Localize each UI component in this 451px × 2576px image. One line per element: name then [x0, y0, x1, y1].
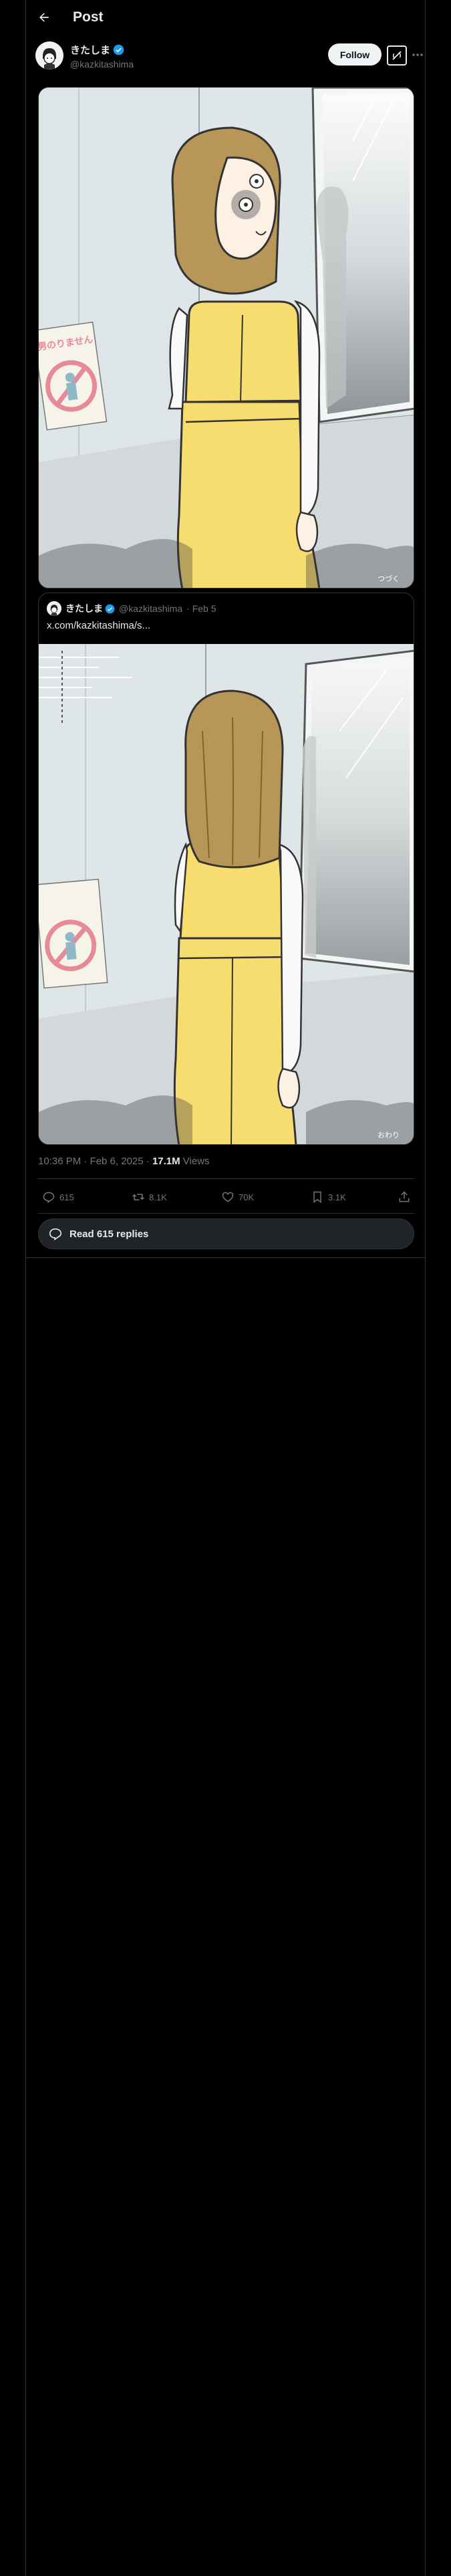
back-button[interactable] — [35, 9, 53, 26]
divider — [38, 1213, 414, 1214]
more-dots-icon — [412, 53, 423, 56]
verified-badge-icon — [113, 44, 124, 56]
author-name[interactable]: きたしま — [70, 43, 124, 57]
bookmark-icon — [313, 1191, 321, 1203]
quoted-display-name: きたしま — [65, 603, 103, 614]
chat-bubble-icon — [49, 1228, 62, 1241]
like-count: 70K — [239, 1192, 255, 1202]
quoted-date: · Feb 5 — [186, 603, 216, 614]
quoted-post-image[interactable]: おわり — [39, 644, 414, 1144]
post-meta: 10:36 PM · Feb 6, 2025 · 17.1M Views — [38, 1156, 210, 1167]
bookmark-count: 3.1K — [328, 1192, 346, 1202]
share-button[interactable] — [398, 1190, 411, 1204]
repost-icon — [132, 1194, 144, 1200]
post-timestamp[interactable]: 10:36 PM · Feb 6, 2025 · — [38, 1156, 152, 1167]
top-bar: Post — [26, 0, 426, 35]
share-icon — [399, 1191, 410, 1202]
follow-button[interactable]: Follow — [328, 43, 382, 66]
reply-icon — [43, 1192, 55, 1203]
image-caption-mark: つづく — [378, 574, 400, 583]
quoted-image-caption-mark: おわり — [378, 1131, 400, 1140]
action-bar: 615 8.1K 70K 3.1K — [38, 1185, 414, 1212]
author-display-name[interactable]: きたしま — [70, 43, 110, 57]
divider — [26, 1257, 426, 1258]
post-header: きたしま @kazkitashima Follow — [35, 41, 423, 72]
read-replies-label: Read 615 replies — [69, 1228, 149, 1240]
author-handle[interactable]: @kazkitashima — [70, 59, 134, 70]
quoted-handle: @kazkitashima — [119, 603, 183, 614]
main-column: Post きたしま @kazkitashima Follow 男のりません つづ… — [25, 0, 426, 2576]
quoted-author-name: きたしま — [65, 602, 115, 615]
divider — [38, 1178, 414, 1179]
verified-badge-icon — [105, 604, 115, 613]
quoted-post-header: きたしま @kazkitashima · Feb 5 — [47, 601, 216, 616]
repost-count: 8.1K — [149, 1192, 167, 1202]
quoted-post-text[interactable]: x.com/kazkitashima/s... — [47, 620, 150, 631]
read-replies-button[interactable]: Read 615 replies — [38, 1218, 414, 1249]
page-title: Post — [73, 9, 104, 25]
reply-count: 615 — [59, 1192, 74, 1202]
quoted-avatar — [47, 601, 61, 616]
heart-icon — [222, 1192, 234, 1202]
views-count: 17.1M — [152, 1156, 180, 1167]
like-button[interactable]: 70K — [221, 1190, 254, 1204]
bookmark-button[interactable]: 3.1K — [311, 1190, 346, 1204]
quoted-post[interactable]: きたしま @kazkitashima · Feb 5 x.com/kazkita… — [38, 593, 414, 1145]
avatar[interactable] — [35, 41, 63, 70]
arrow-left-icon — [39, 13, 49, 22]
reply-button[interactable]: 615 — [42, 1190, 74, 1204]
post-image[interactable]: 男のりません つづく — [38, 87, 414, 588]
repost-button[interactable]: 8.1K — [132, 1190, 167, 1204]
views-label: Views — [180, 1156, 210, 1167]
grok-icon — [392, 51, 402, 60]
grok-button[interactable] — [387, 45, 407, 66]
more-button[interactable] — [411, 45, 424, 64]
